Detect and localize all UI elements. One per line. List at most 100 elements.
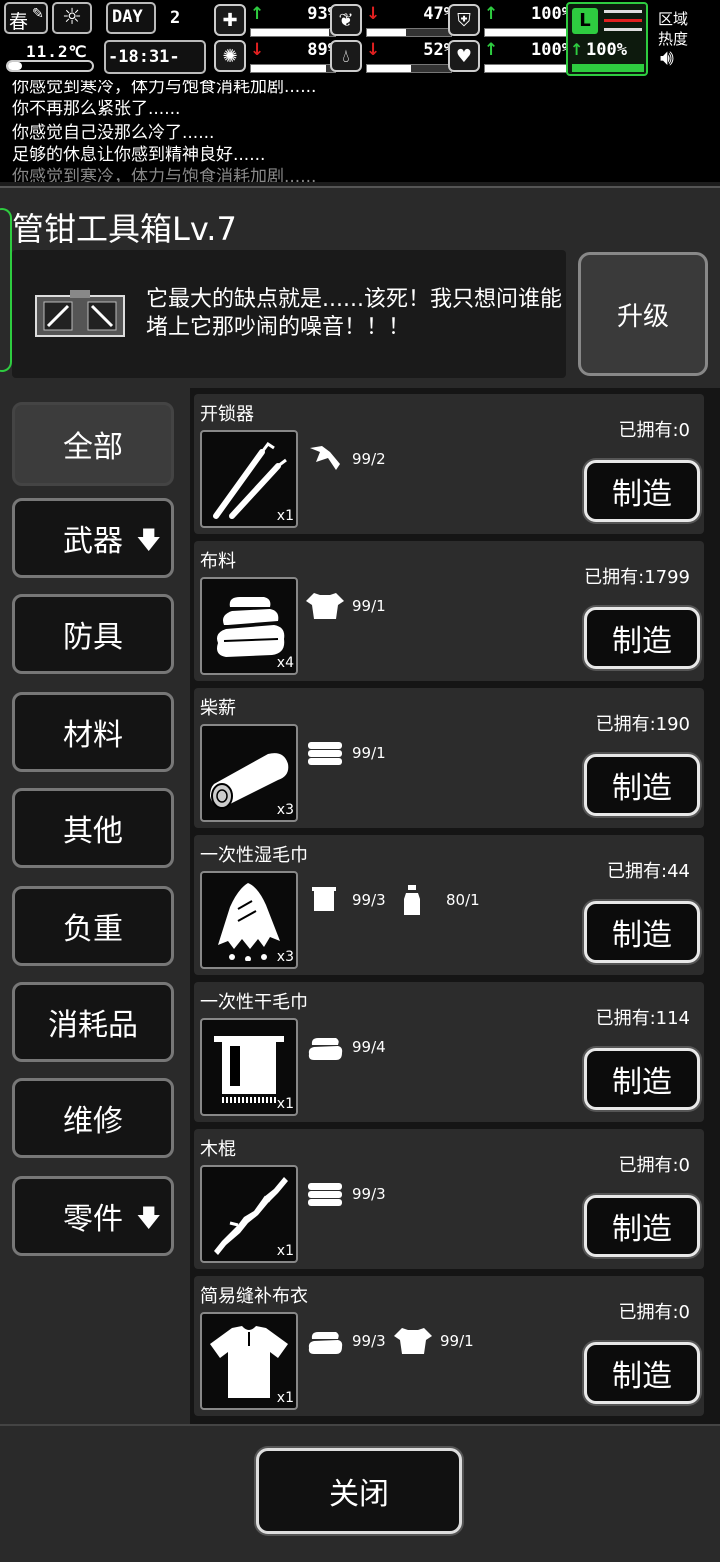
zone-heat-indicator[interactable]: 区域 热度 🔊︎ — [650, 4, 716, 76]
craft-button[interactable]: 制造 — [584, 1195, 700, 1257]
category-label: 零件 — [63, 1202, 123, 1237]
expand-down-icon: 🡇 — [136, 1204, 161, 1232]
health-stat: ✚ ↑ 93% — [214, 4, 342, 38]
mood-value: 100% — [531, 40, 572, 60]
category-load[interactable]: 负重 — [12, 886, 174, 966]
close-button[interactable]: 关闭 — [256, 1448, 462, 1534]
recipe-thumbnail: x1 — [200, 1018, 298, 1116]
day-label: DAY — [112, 7, 143, 27]
stamina-trend: ↑ — [570, 40, 584, 59]
yield-quantity: x4 — [276, 655, 294, 671]
category-consumables[interactable]: 消耗品 — [12, 982, 174, 1062]
water-drop-icon: 💧︎ — [330, 40, 362, 72]
expand-down-icon: 🡇 — [136, 526, 161, 554]
craft-button[interactable]: 制造 — [584, 1048, 700, 1110]
recipe-list[interactable]: 开锁器 已拥有:0 x1 99/2 制造 布料 已拥有:1799 x4 99/1… — [190, 388, 720, 1424]
clock-readout: -18:31- — [108, 47, 180, 67]
sanity-stat: ✺ ↓ 89% — [214, 40, 342, 74]
defense-stat: ⛨ ↑ 100% — [448, 4, 576, 38]
category-weapons[interactable]: 武器 🡇 — [12, 498, 174, 578]
heart-icon: ♥ — [448, 40, 480, 72]
category-all[interactable]: 全部 — [12, 402, 174, 486]
station-header: 管钳工具箱Lv.7 它最大的缺点就是......该死！我只想问谁能堵上它那吵闹的… — [0, 186, 720, 388]
season-badge: 春 ✎ — [4, 2, 48, 34]
logs-icon — [308, 742, 342, 765]
category-label: 其他 — [63, 814, 123, 849]
logs-icon — [308, 1183, 342, 1206]
recipe-thumbnail: x1 — [200, 430, 298, 528]
hunger-trend: ↓ — [366, 4, 381, 24]
shield-icon: ⛨ — [448, 4, 480, 36]
owned-count: 已拥有:0 — [618, 1302, 690, 1323]
recipe-thumbnail: x4 — [200, 577, 298, 675]
thermometer-icon — [6, 60, 94, 72]
recipe-row: 一次性干毛巾 已拥有:114 x1 99/4 制造 — [194, 982, 704, 1122]
day-number: 2 — [170, 8, 182, 28]
mood-stat: ♥ ↑ 100% — [448, 40, 576, 74]
recipe-row: 布料 已拥有:1799 x4 99/1 制造 — [194, 541, 704, 681]
craft-button[interactable]: 制造 — [584, 754, 700, 816]
category-parts[interactable]: 零件 🡇 — [12, 1176, 174, 1256]
upgrade-button[interactable]: 升级 — [578, 252, 708, 376]
material-amount: 99/3 — [352, 1332, 386, 1350]
station-title: 管钳工具箱Lv.7 — [12, 210, 237, 248]
health-trend: ↑ — [250, 4, 265, 24]
temperature-readout: 11.2℃ — [26, 42, 88, 61]
sanity-value: 89% — [307, 40, 338, 60]
zone-heat-label-1: 区域 — [658, 10, 689, 28]
recipe-row: 木棍 已拥有:0 x1 99/3 制造 — [194, 1129, 704, 1269]
recipe-name: 开锁器 — [200, 404, 254, 425]
hunger-bar — [366, 28, 452, 37]
recipe-name: 一次性干毛巾 — [200, 992, 308, 1013]
category-label: 维修 — [63, 1104, 123, 1139]
craft-button[interactable]: 制造 — [584, 460, 700, 522]
recipe-name: 木棍 — [200, 1139, 236, 1160]
yield-quantity: x1 — [276, 1243, 294, 1259]
owned-count: 已拥有:190 — [595, 714, 690, 735]
recipe-row: 开锁器 已拥有:0 x1 99/2 制造 — [194, 394, 704, 534]
category-other[interactable]: 其他 — [12, 788, 174, 868]
category-label: 材料 — [63, 718, 123, 753]
hunger-value: 47% — [423, 4, 454, 24]
owned-count: 已拥有:1799 — [584, 567, 690, 588]
brain-icon: ✺ — [214, 40, 246, 72]
defense-bar — [484, 28, 570, 37]
speaker-icon[interactable]: 🔊︎ — [660, 46, 674, 71]
torn-shirt-icon — [394, 1328, 432, 1354]
station-description: 它最大的缺点就是......该死！我只想问谁能堵上它那吵闹的噪音！！！ — [146, 287, 562, 340]
mood-bar — [484, 64, 570, 73]
cloth-icon — [308, 1332, 343, 1354]
recipe-thumbnail: x3 — [200, 871, 298, 969]
recipe-row: 简易缝补布衣 已拥有:0 x1 99/3 99/1 制造 — [194, 1276, 704, 1416]
craft-button[interactable]: 制造 — [584, 901, 700, 963]
thirst-value: 52% — [423, 40, 454, 60]
material-amount: 80/1 — [446, 891, 480, 909]
footer-bar: 关闭 — [0, 1424, 720, 1562]
category-sidebar: 全部 武器 🡇 防具 材料 其他 负重 消耗品 维修 零件 🡇 — [0, 388, 190, 1424]
yield-quantity: x3 — [276, 802, 294, 818]
recipe-row: 柴薪 已拥有:190 x3 99/1 制造 — [194, 688, 704, 828]
yield-quantity: x1 — [276, 1096, 294, 1112]
torn-shirt-icon — [306, 593, 344, 619]
craft-button[interactable]: 制造 — [584, 607, 700, 669]
leaf-icon: ✎ — [32, 6, 44, 22]
material-amount: 99/1 — [352, 744, 386, 762]
category-armor[interactable]: 防具 — [12, 594, 174, 674]
category-label: 全部 — [63, 430, 123, 465]
stamina-lines-icon — [604, 10, 642, 32]
category-repair[interactable]: 维修 — [12, 1078, 174, 1158]
recipe-name: 布料 — [200, 551, 236, 572]
defense-value: 100% — [531, 4, 572, 24]
owned-count: 已拥有:114 — [595, 1008, 690, 1029]
craft-button[interactable]: 制造 — [584, 1342, 700, 1404]
material-amount: 99/4 — [352, 1038, 386, 1056]
hunger-stat: ❦ ↓ 47% — [330, 4, 458, 38]
thirst-bar — [366, 64, 452, 73]
recipe-thumbnail: x1 — [200, 1165, 298, 1263]
category-materials[interactable]: 材料 — [12, 692, 174, 772]
stamina-stat: L ↑ 100% — [566, 2, 648, 76]
boot-icon: L — [572, 8, 598, 34]
highlight-bracket — [0, 208, 12, 372]
owned-count: 已拥有:0 — [618, 1155, 690, 1176]
owned-count: 已拥有:0 — [618, 420, 690, 441]
